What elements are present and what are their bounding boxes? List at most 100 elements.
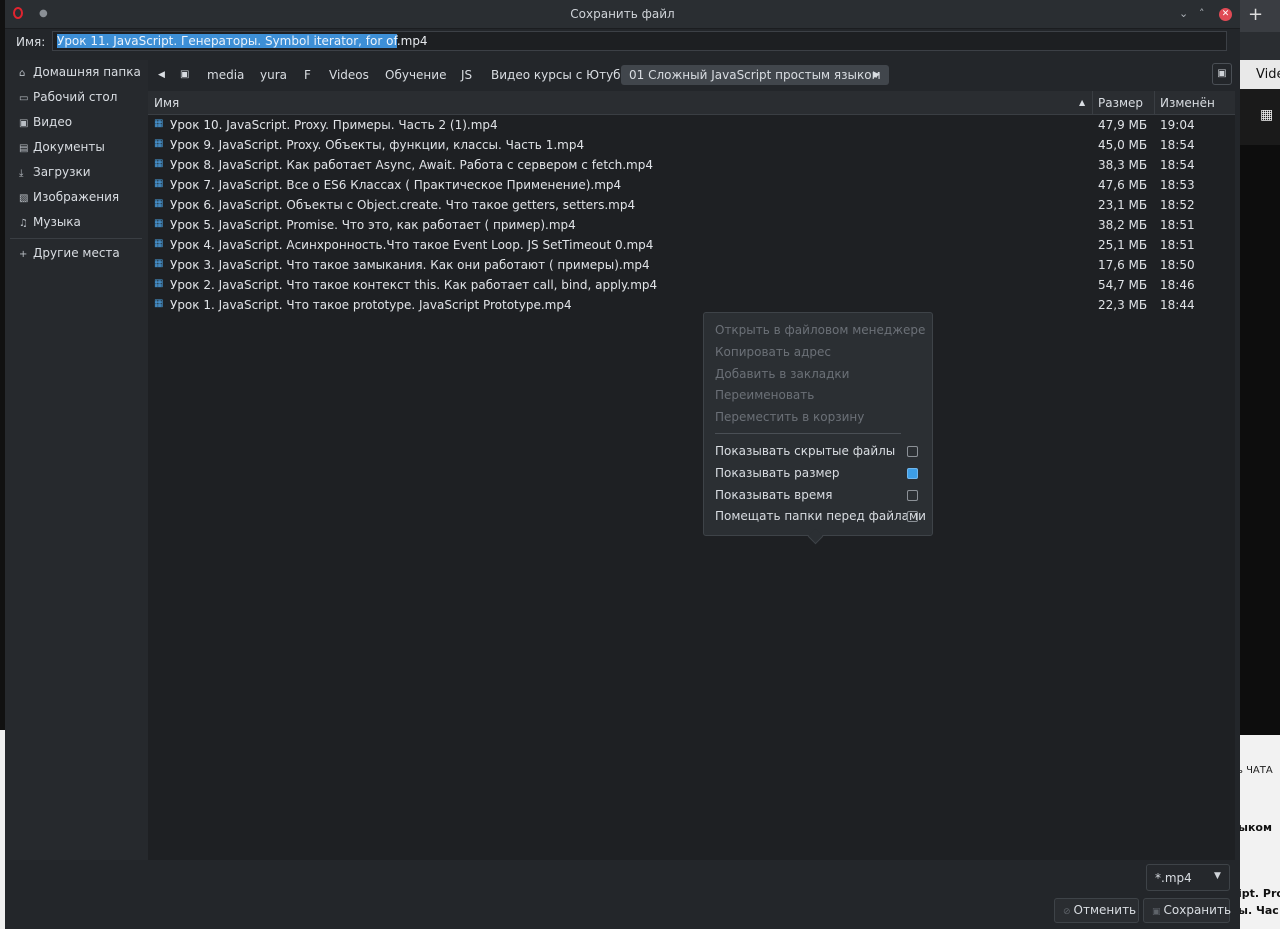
path-back-icon[interactable]: ◀: [158, 65, 165, 85]
window-title: Сохранить файл: [570, 7, 675, 21]
crumb-js[interactable]: JS: [461, 65, 472, 85]
file-name: Урок 6. JavaScript. Объекты с Object.cre…: [170, 198, 636, 212]
column-name[interactable]: Имя: [154, 96, 179, 110]
apps-grid-icon[interactable]: ▦: [1260, 107, 1273, 123]
heading-fragment: ыком: [1240, 821, 1272, 834]
sidebar-item-label: Загрузки: [33, 165, 91, 179]
menu-item-folders-first[interactable]: Помещать папки перед файлами: [715, 509, 926, 523]
new-tab-icon[interactable]: +: [1248, 4, 1263, 25]
sidebar-item-downloads[interactable]: ⤓ Загрузки: [19, 165, 91, 185]
chevron-down-icon: ▼: [1214, 871, 1221, 881]
video-file-icon: ▦: [154, 278, 164, 289]
column-modified[interactable]: Изменён: [1160, 96, 1215, 110]
file-size: 25,1 МБ: [1098, 238, 1148, 252]
file-name: Урок 7. JavaScript. Все о ES6 Классах ( …: [170, 178, 622, 192]
video-file-icon: ▦: [154, 158, 164, 169]
music-icon: ♫: [19, 218, 28, 229]
video-file-icon: ▦: [154, 238, 164, 249]
crumb-current-folder[interactable]: 01 Сложный JavaScript простым языком: [621, 65, 889, 85]
file-row[interactable]: ▦ Урок 5. JavaScript. Promise. Что это, к…: [148, 215, 1235, 235]
file-time: 18:44: [1160, 298, 1195, 312]
name-row: Имя: Урок 11. JavaScript. Генераторы. Sy…: [5, 31, 1240, 55]
show-hidden-checkbox[interactable]: [907, 446, 918, 457]
file-time: 18:54: [1160, 158, 1195, 172]
sidebar-item-documents[interactable]: ▤ Документы: [19, 140, 105, 160]
context-menu: Открыть в файловом менеджере Копировать …: [703, 312, 933, 545]
cancel-label: Отменить: [1073, 903, 1137, 917]
browser-tab-text: Vide: [1256, 67, 1280, 82]
sidebar-item-video[interactable]: ▣ Видео: [19, 115, 72, 135]
sort-up-icon: ▲: [1079, 98, 1086, 107]
sidebar-item-label: Рабочий стол: [33, 90, 118, 104]
sidebar-item-label: Изображения: [33, 190, 120, 204]
sidebar-item-images[interactable]: ▧ Изображения: [19, 190, 119, 210]
sidebar-item-other-places[interactable]: + Другие места: [19, 246, 120, 266]
filename-extension: .mp4: [396, 34, 428, 48]
download-icon: ⤓: [19, 168, 24, 179]
sidebar-item-label: Музыка: [33, 215, 81, 229]
file-row[interactable]: ▦ Урок 10. JavaScript. Proxy. Примеры. Ча…: [148, 115, 1235, 135]
crumb-youtube-courses[interactable]: Видео курсы с Ютуба: [491, 65, 628, 85]
column-size[interactable]: Размер: [1098, 96, 1143, 110]
save-icon: ▣: [1152, 907, 1161, 917]
file-row[interactable]: ▦ Урок 8. JavaScript. Как работает Async,…: [148, 155, 1235, 175]
minimize-icon[interactable]: ⌄: [1179, 7, 1188, 20]
title-bar: ● Сохранить файл ⌄ ˄ ✕: [5, 0, 1240, 29]
file-name: Урок 9. JavaScript. Proxy. Объекты, функ…: [170, 138, 585, 152]
crumb-f[interactable]: F: [304, 65, 311, 85]
file-time: 18:46: [1160, 278, 1195, 292]
cancel-button[interactable]: ⊘ Отменить: [1054, 898, 1139, 923]
desktop-icon: ▭: [19, 93, 29, 104]
file-type-filter[interactable]: *.mp4 ▼: [1146, 864, 1230, 891]
close-icon[interactable]: ✕: [1219, 8, 1232, 21]
save-button[interactable]: ▣ Сохранить: [1143, 898, 1232, 923]
crumb-videos[interactable]: Videos: [329, 65, 369, 85]
video-file-icon: ▦: [154, 258, 164, 269]
video-icon: ▣: [19, 118, 29, 129]
documents-icon: ▤: [19, 143, 29, 154]
file-size: 17,6 МБ: [1098, 258, 1148, 272]
sidebar-item-home[interactable]: ⌂ Домашняя папка: [19, 65, 141, 85]
menu-item-copy-location: Копировать адрес: [715, 345, 832, 359]
drive-icon[interactable]: ▣: [180, 65, 189, 85]
crumb-media[interactable]: media: [207, 65, 244, 85]
video-file-icon: ▦: [154, 118, 164, 129]
menu-item-show-time[interactable]: Показывать время: [715, 488, 832, 502]
file-time: 18:50: [1160, 258, 1195, 272]
new-folder-button[interactable]: ▣: [1212, 63, 1232, 85]
sidebar-item-music[interactable]: ♫ Музыка: [19, 215, 81, 235]
crumb-yura[interactable]: yura: [260, 65, 287, 85]
file-row[interactable]: ▦ Урок 3. JavaScript. Что такое замыкания…: [148, 255, 1235, 275]
menu-divider: [715, 433, 901, 434]
menu-item-show-hidden[interactable]: Показывать скрытые файлы: [715, 444, 895, 458]
file-time: 19:04: [1160, 118, 1195, 132]
file-row[interactable]: ▦ Урок 7. JavaScript. Все о ES6 Классах (…: [148, 175, 1235, 195]
filename-input[interactable]: Урок 11. JavaScript. Генераторы. Symbol …: [52, 31, 1227, 51]
file-row[interactable]: ▦ Урок 1. JavaScript. Что такое prototype…: [148, 295, 1235, 315]
chat-fragment: ь ЧАТА: [1240, 765, 1273, 776]
background-browser: + Vide ▦ ь ЧАТА ыком ipt. Pro ы. Час: [1240, 0, 1280, 929]
file-name: Урок 2. JavaScript. Что такое контекст t…: [170, 278, 658, 292]
file-row[interactable]: ▦ Урок 6. JavaScript. Объекты с Object.cr…: [148, 195, 1235, 215]
file-time: 18:53: [1160, 178, 1195, 192]
file-size: 38,3 МБ: [1098, 158, 1148, 172]
sidebar-item-desktop[interactable]: ▭ Рабочий стол: [19, 90, 117, 110]
file-row[interactable]: ▦ Урок 2. JavaScript. Что такое контекст …: [148, 275, 1235, 295]
file-size: 54,7 МБ: [1098, 278, 1148, 292]
crumb-obuchenie[interactable]: Обучение: [385, 65, 446, 85]
save-label: Сохранить: [1163, 903, 1232, 917]
path-bar: ◀ ▣ media yura F Videos Обучение JS Виде…: [152, 60, 1235, 88]
file-size: 45,0 МБ: [1098, 138, 1148, 152]
show-size-checkbox[interactable]: [907, 468, 918, 479]
folders-first-checkbox[interactable]: [907, 511, 918, 522]
video-file-icon: ▦: [154, 298, 164, 309]
file-row[interactable]: ▦ Урок 9. JavaScript. Proxy. Объекты, фун…: [148, 135, 1235, 155]
menu-item-show-size[interactable]: Показывать размер: [715, 466, 840, 480]
path-forward-icon[interactable]: ▶: [873, 65, 880, 85]
sidebar-item-label: Видео: [33, 115, 73, 129]
file-row[interactable]: ▦ Урок 4. JavaScript. Асинхронность.Что т…: [148, 235, 1235, 255]
sidebar-item-label: Домашняя папка: [33, 65, 141, 79]
show-time-checkbox[interactable]: [907, 490, 918, 501]
file-size: 23,1 МБ: [1098, 198, 1148, 212]
maximize-icon[interactable]: ˄: [1199, 7, 1205, 20]
